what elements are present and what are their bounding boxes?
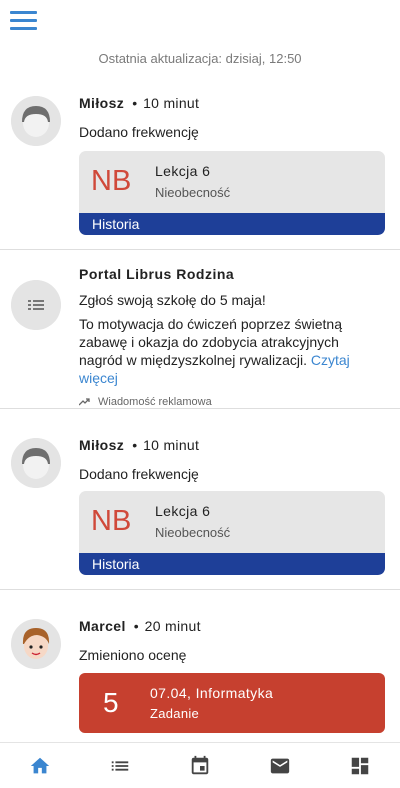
grade-card[interactable]: 5 07.04, Informatyka Zadanie [79,673,385,733]
dashboard-icon[interactable] [349,755,371,777]
lesson-label: Lekcja 6 [155,163,211,179]
activity-feed: Miłosz • 10 minut Dodano frekwencję NB Lek… [0,78,400,742]
separator-dot: • [132,437,138,453]
timestamp: 10 minut [143,437,200,453]
ad-avatar [11,280,61,330]
action-text: Zmieniono ocenę [79,647,187,663]
ad-body-text: To motywacja do ćwiczeń poprzez świetną … [79,316,343,368]
bottom-navigation [0,742,400,788]
ad-body: To motywacja do ćwiczeń poprzez świetną … [79,315,384,387]
person-placeholder-icon [11,96,61,146]
trending-up-icon [79,398,90,406]
history-button[interactable]: Historia [79,213,385,235]
timestamp: 20 minut [144,618,201,634]
grade-category: Zadanie [150,706,200,721]
home-icon[interactable] [29,755,51,777]
attendance-code: NB [91,505,132,537]
history-button[interactable]: Historia [79,553,385,575]
timestamp: 10 minut [143,95,200,111]
mail-icon[interactable] [269,755,291,777]
grade-value: 5 [103,687,119,718]
ad-label-text: Wiadomość reklamowa [98,396,212,408]
avatar [11,619,61,669]
attendance-code: NB [91,165,132,197]
author-name: Miłosz [79,95,125,111]
action-text: Dodano frekwencję [79,124,199,140]
calendar-icon[interactable] [189,755,211,777]
top-app-bar [0,0,400,42]
hamburger-menu-icon[interactable] [10,11,37,31]
feed-item-attendance: Miłosz • 10 minut Dodano frekwencję NB Lek… [0,409,400,590]
separator-dot: • [133,618,139,634]
author-name: Miłosz [79,437,125,453]
last-update-text: Ostatnia aktualizacja: dzisiaj, 12:50 [98,51,302,66]
ad-title: Portal Librus Rodzina [79,266,235,282]
list-icon [11,280,61,330]
feed-item-grade: Marcel • 20 minut Zmieniono ocenę 5 07.04,… [0,590,400,742]
ad-label: Wiadomość reklamowa [79,396,384,408]
feed-item-ad: Portal Librus Rodzina Zgłoś swoją szkołę… [0,250,400,409]
person-placeholder-icon [11,438,61,488]
author-name: Marcel [79,618,126,634]
list-icon[interactable] [109,755,131,777]
avatar [11,438,61,488]
feed-item-attendance: Miłosz • 10 minut Dodano frekwencję NB Lek… [0,78,400,250]
attendance-type: Nieobecność [155,185,231,200]
action-text: Dodano frekwencję [79,466,199,482]
attendance-card[interactable]: NB Lekcja 6 Nieobecność Historia [79,151,385,235]
boy-avatar-icon [11,619,61,669]
attendance-card[interactable]: NB Lekcja 6 Nieobecność Historia [79,491,385,575]
grade-title: 07.04, Informatyka [150,685,274,701]
separator-dot: • [132,95,138,111]
avatar [11,96,61,146]
attendance-type: Nieobecność [155,525,231,540]
lesson-label: Lekcja 6 [155,503,211,519]
ad-headline: Zgłoś swoją szkołę do 5 maja! [79,292,266,308]
